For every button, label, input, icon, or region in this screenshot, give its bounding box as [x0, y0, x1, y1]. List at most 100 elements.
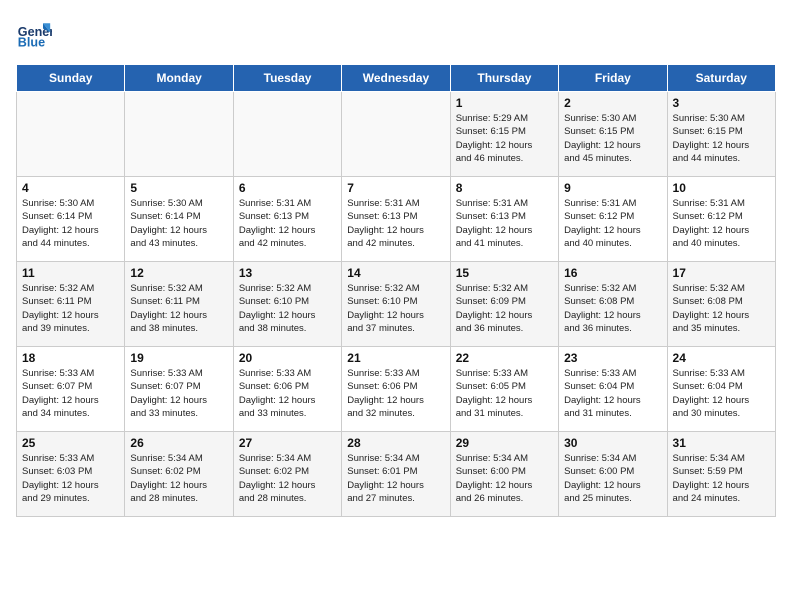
day-number: 25 — [22, 436, 119, 450]
calendar-cell: 19 Sunrise: 5:33 AM Sunset: 6:07 PM Dayli… — [125, 347, 233, 432]
calendar-cell: 22 Sunrise: 5:33 AM Sunset: 6:05 PM Dayli… — [450, 347, 558, 432]
day-info: Sunrise: 5:32 AM Sunset: 6:09 PM Dayligh… — [456, 282, 553, 335]
day-number: 28 — [347, 436, 444, 450]
calendar-cell — [125, 92, 233, 177]
calendar-cell: 21 Sunrise: 5:33 AM Sunset: 6:06 PM Dayli… — [342, 347, 450, 432]
day-number: 27 — [239, 436, 336, 450]
day-info: Sunrise: 5:31 AM Sunset: 6:12 PM Dayligh… — [564, 197, 661, 250]
svg-text:Blue: Blue — [18, 36, 45, 50]
day-number: 31 — [673, 436, 770, 450]
calendar-cell: 29 Sunrise: 5:34 AM Sunset: 6:00 PM Dayli… — [450, 432, 558, 517]
day-number: 21 — [347, 351, 444, 365]
day-header-friday: Friday — [559, 65, 667, 92]
calendar-cell: 27Sunrise: 5:34 AM Sunset: 6:02 PM Dayli… — [233, 432, 341, 517]
day-info: Sunrise: 5:32 AM Sunset: 6:11 PM Dayligh… — [22, 282, 119, 335]
day-info: Sunrise: 5:32 AM Sunset: 6:11 PM Dayligh… — [130, 282, 227, 335]
calendar-cell: 11 Sunrise: 5:32 AM Sunset: 6:11 PM Dayli… — [17, 262, 125, 347]
calendar-cell: 12 Sunrise: 5:32 AM Sunset: 6:11 PM Dayli… — [125, 262, 233, 347]
calendar-cell: 10 Sunrise: 5:31 AM Sunset: 6:12 PM Dayli… — [667, 177, 775, 262]
day-info: Sunrise: 5:33 AM Sunset: 6:06 PM Dayligh… — [239, 367, 336, 420]
week-row-3: 11 Sunrise: 5:32 AM Sunset: 6:11 PM Dayli… — [17, 262, 776, 347]
day-number: 29 — [456, 436, 553, 450]
page-header: General Blue — [16, 16, 776, 52]
day-number: 19 — [130, 351, 227, 365]
day-info: Sunrise: 5:33 AM Sunset: 6:07 PM Dayligh… — [130, 367, 227, 420]
day-info: Sunrise: 5:34 AM Sunset: 5:59 PM Dayligh… — [673, 452, 770, 505]
calendar-cell — [17, 92, 125, 177]
week-row-5: 25 Sunrise: 5:33 AM Sunset: 6:03 PM Dayli… — [17, 432, 776, 517]
day-header-thursday: Thursday — [450, 65, 558, 92]
calendar-cell: 5 Sunrise: 5:30 AM Sunset: 6:14 PM Daylig… — [125, 177, 233, 262]
logo: General Blue — [16, 16, 56, 52]
calendar-table: SundayMondayTuesdayWednesdayThursdayFrid… — [16, 64, 776, 517]
day-info: Sunrise: 5:34 AM Sunset: 6:02 PM Dayligh… — [130, 452, 227, 505]
calendar-cell: 3 Sunrise: 5:30 AM Sunset: 6:15 PM Daylig… — [667, 92, 775, 177]
day-number: 16 — [564, 266, 661, 280]
day-number: 17 — [673, 266, 770, 280]
day-number: 9 — [564, 181, 661, 195]
day-info: Sunrise: 5:32 AM Sunset: 6:08 PM Dayligh… — [564, 282, 661, 335]
day-number: 22 — [456, 351, 553, 365]
week-row-1: 1 Sunrise: 5:29 AM Sunset: 6:15 PM Daylig… — [17, 92, 776, 177]
day-info: Sunrise: 5:33 AM Sunset: 6:03 PM Dayligh… — [22, 452, 119, 505]
calendar-cell: 13 Sunrise: 5:32 AM Sunset: 6:10 PM Dayli… — [233, 262, 341, 347]
day-header-sunday: Sunday — [17, 65, 125, 92]
calendar-cell: 16 Sunrise: 5:32 AM Sunset: 6:08 PM Dayli… — [559, 262, 667, 347]
day-header-wednesday: Wednesday — [342, 65, 450, 92]
day-number: 24 — [673, 351, 770, 365]
day-info: Sunrise: 5:34 AM Sunset: 6:00 PM Dayligh… — [456, 452, 553, 505]
day-header-tuesday: Tuesday — [233, 65, 341, 92]
day-number: 11 — [22, 266, 119, 280]
day-info: Sunrise: 5:30 AM Sunset: 6:14 PM Dayligh… — [130, 197, 227, 250]
day-number: 10 — [673, 181, 770, 195]
calendar-cell: 30 Sunrise: 5:34 AM Sunset: 6:00 PM Dayli… — [559, 432, 667, 517]
day-info: Sunrise: 5:31 AM Sunset: 6:13 PM Dayligh… — [347, 197, 444, 250]
day-number: 4 — [22, 181, 119, 195]
day-number: 30 — [564, 436, 661, 450]
week-row-4: 18 Sunrise: 5:33 AM Sunset: 6:07 PM Dayli… — [17, 347, 776, 432]
day-number: 20 — [239, 351, 336, 365]
day-number: 6 — [239, 181, 336, 195]
calendar-cell: 4 Sunrise: 5:30 AM Sunset: 6:14 PM Daylig… — [17, 177, 125, 262]
day-number: 14 — [347, 266, 444, 280]
day-number: 12 — [130, 266, 227, 280]
day-number: 1 — [456, 96, 553, 110]
calendar-cell: 23Sunrise: 5:33 AM Sunset: 6:04 PM Dayli… — [559, 347, 667, 432]
day-info: Sunrise: 5:31 AM Sunset: 6:12 PM Dayligh… — [673, 197, 770, 250]
calendar-cell: 1 Sunrise: 5:29 AM Sunset: 6:15 PM Daylig… — [450, 92, 558, 177]
day-number: 15 — [456, 266, 553, 280]
calendar-cell: 31 Sunrise: 5:34 AM Sunset: 5:59 PM Dayli… — [667, 432, 775, 517]
calendar-cell: 14Sunrise: 5:32 AM Sunset: 6:10 PM Dayli… — [342, 262, 450, 347]
day-info: Sunrise: 5:33 AM Sunset: 6:04 PM Dayligh… — [673, 367, 770, 420]
day-info: Sunrise: 5:33 AM Sunset: 6:07 PM Dayligh… — [22, 367, 119, 420]
day-info: Sunrise: 5:34 AM Sunset: 6:01 PM Dayligh… — [347, 452, 444, 505]
day-number: 8 — [456, 181, 553, 195]
day-number: 2 — [564, 96, 661, 110]
calendar-cell: 9 Sunrise: 5:31 AM Sunset: 6:12 PM Daylig… — [559, 177, 667, 262]
calendar-cell: 8 Sunrise: 5:31 AM Sunset: 6:13 PM Daylig… — [450, 177, 558, 262]
day-number: 13 — [239, 266, 336, 280]
day-info: Sunrise: 5:30 AM Sunset: 6:14 PM Dayligh… — [22, 197, 119, 250]
calendar-cell: 17 Sunrise: 5:32 AM Sunset: 6:08 PM Dayli… — [667, 262, 775, 347]
day-info: Sunrise: 5:33 AM Sunset: 6:05 PM Dayligh… — [456, 367, 553, 420]
day-header-monday: Monday — [125, 65, 233, 92]
calendar-cell: 15 Sunrise: 5:32 AM Sunset: 6:09 PM Dayli… — [450, 262, 558, 347]
day-info: Sunrise: 5:33 AM Sunset: 6:06 PM Dayligh… — [347, 367, 444, 420]
calendar-cell: 20 Sunrise: 5:33 AM Sunset: 6:06 PM Dayli… — [233, 347, 341, 432]
calendar-cell: 6Sunrise: 5:31 AM Sunset: 6:13 PM Daylig… — [233, 177, 341, 262]
day-info: Sunrise: 5:30 AM Sunset: 6:15 PM Dayligh… — [564, 112, 661, 165]
days-header-row: SundayMondayTuesdayWednesdayThursdayFrid… — [17, 65, 776, 92]
day-number: 18 — [22, 351, 119, 365]
day-info: Sunrise: 5:31 AM Sunset: 6:13 PM Dayligh… — [456, 197, 553, 250]
day-info: Sunrise: 5:32 AM Sunset: 6:10 PM Dayligh… — [239, 282, 336, 335]
day-info: Sunrise: 5:29 AM Sunset: 6:15 PM Dayligh… — [456, 112, 553, 165]
day-info: Sunrise: 5:32 AM Sunset: 6:08 PM Dayligh… — [673, 282, 770, 335]
day-info: Sunrise: 5:30 AM Sunset: 6:15 PM Dayligh… — [673, 112, 770, 165]
day-number: 3 — [673, 96, 770, 110]
day-number: 5 — [130, 181, 227, 195]
day-info: Sunrise: 5:34 AM Sunset: 6:00 PM Dayligh… — [564, 452, 661, 505]
week-row-2: 4 Sunrise: 5:30 AM Sunset: 6:14 PM Daylig… — [17, 177, 776, 262]
calendar-cell: 26Sunrise: 5:34 AM Sunset: 6:02 PM Dayli… — [125, 432, 233, 517]
calendar-cell: 28 Sunrise: 5:34 AM Sunset: 6:01 PM Dayli… — [342, 432, 450, 517]
calendar-cell: 25 Sunrise: 5:33 AM Sunset: 6:03 PM Dayli… — [17, 432, 125, 517]
